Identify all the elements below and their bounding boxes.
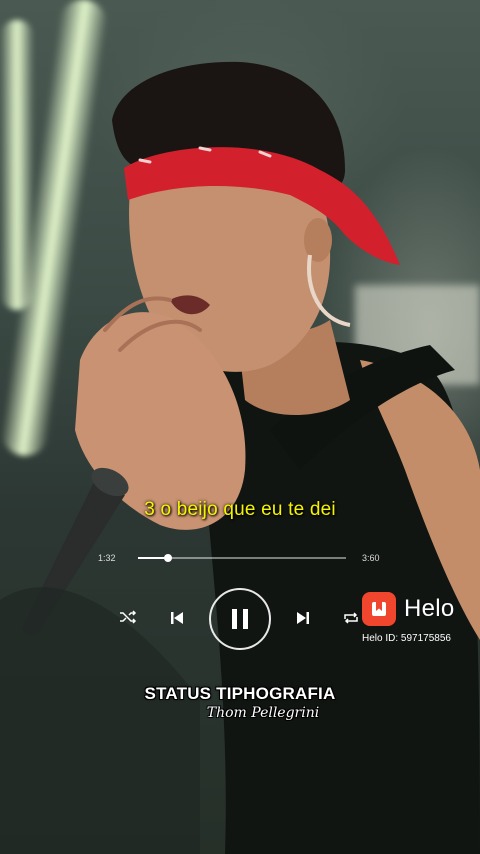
next-icon	[297, 612, 309, 624]
helo-brand: Helo	[404, 595, 455, 622]
pause-button[interactable]	[209, 588, 271, 650]
video-stage[interactable]: 3 o beijo que eu te dei 1:32 3:60 Helo H…	[0, 0, 480, 854]
singer-video-frame	[0, 61, 480, 854]
helo-user-id: Helo ID: 597175856	[362, 633, 451, 644]
lyric-line: 3 o beijo que eu te dei	[144, 499, 336, 520]
credit-caption: STATUS TIPHOGRAFIA Thom Pellegrini	[0, 684, 480, 721]
credit-author: Thom Pellegrini	[206, 705, 320, 721]
credit-title: STATUS TIPHOGRAFIA	[144, 684, 336, 703]
current-time: 1:32	[98, 553, 116, 563]
total-time: 3:60	[362, 553, 380, 563]
pause-icon	[232, 609, 248, 629]
shuffle-icon	[120, 610, 137, 624]
repeat-icon	[344, 612, 358, 624]
helo-logo	[362, 592, 396, 626]
previous-button[interactable]	[166, 607, 188, 629]
bookmark-icon	[372, 602, 386, 616]
previous-icon	[171, 612, 183, 624]
repeat-button[interactable]	[340, 607, 362, 629]
shuffle-button[interactable]	[118, 607, 138, 627]
next-button[interactable]	[292, 607, 314, 629]
progress-track[interactable]	[138, 554, 346, 562]
